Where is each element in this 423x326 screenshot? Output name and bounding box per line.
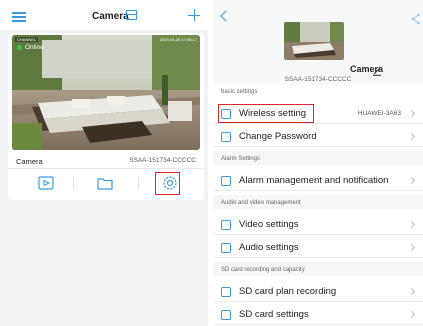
page-title: Camera [92, 11, 129, 22]
device-settings-panel: Camera SSAA-151734-CCCCC basic settings … [213, 0, 423, 326]
plus-icon[interactable] [188, 9, 200, 21]
timestamp: 2019-04-20 17:06:17 [159, 37, 197, 42]
separator [73, 177, 74, 189]
camera-id: SSAA-151734-CCCCC [129, 157, 196, 164]
section-label-basic: basic settings [221, 89, 258, 95]
record-icon [221, 287, 231, 297]
camera-thumbnail [284, 22, 344, 60]
channel-badge: CHANNEL [15, 37, 39, 42]
video-icon [221, 220, 231, 230]
status-text: Online [25, 44, 44, 51]
wireless-highlight-box [218, 104, 314, 123]
device-list-panel: Camera CHANNEL 2019-04-20 17:06:17 Onlin… [0, 0, 208, 326]
lock-icon [221, 132, 231, 142]
chevron-right-icon [407, 310, 416, 318]
folder-icon[interactable] [95, 173, 115, 193]
change-password-row[interactable]: Change Password [213, 126, 423, 147]
alarm-icon [221, 176, 231, 186]
status-badge: Online [17, 44, 44, 51]
row-label: Change Password [239, 131, 317, 142]
wifi-name: HUAWEI-3A63 [357, 110, 401, 117]
grid-view-icon[interactable] [126, 10, 137, 20]
edit-icon[interactable] [372, 63, 382, 76]
video-settings-row[interactable]: Video settings [213, 214, 423, 235]
chevron-right-icon [407, 220, 416, 228]
device-id: SSAA-151734-CCCCC [284, 76, 352, 83]
section-label-sd-card: SD card recording and capacity [221, 267, 305, 273]
speaker-icon [221, 243, 231, 253]
row-label: Alarm management and notification [239, 175, 389, 186]
row-label: Video settings [239, 219, 299, 230]
chevron-right-icon [407, 287, 416, 295]
settings-header: Camera SSAA-151734-CCCCC [213, 0, 423, 85]
chevron-right-icon [407, 176, 416, 184]
sd-plan-recording-row[interactable]: SD card plan recording [213, 281, 423, 302]
section-label-alarm: Alarm Settings [221, 156, 261, 162]
divider [8, 168, 204, 169]
camera-card[interactable]: CHANNEL 2019-04-20 17:06:17 Online Camer… [8, 33, 204, 200]
back-icon[interactable] [220, 10, 232, 22]
row-label: SD card plan recording [239, 286, 337, 297]
section-label-audio-video: Audio and video management [221, 200, 301, 206]
device-name: Camera [349, 64, 383, 74]
settings-highlight-box [155, 172, 180, 195]
camera-preview-image[interactable]: CHANNEL 2019-04-20 17:06:17 Online [12, 35, 200, 150]
top-bar: Camera [0, 0, 208, 30]
hamburger-icon[interactable] [12, 12, 26, 22]
playback-icon[interactable] [36, 173, 56, 193]
row-label: Audio settings [239, 242, 299, 253]
row-label: SD card settings [239, 309, 309, 320]
sd-card-settings-row[interactable]: SD card settings [213, 304, 423, 325]
online-dot-icon [17, 45, 22, 50]
alarm-management-row[interactable]: Alarm management and notification [213, 170, 423, 191]
share-icon[interactable] [411, 12, 421, 25]
camera-name: Camera [16, 157, 43, 166]
patio-scene [12, 35, 200, 150]
sd-card-icon [221, 310, 231, 320]
chevron-right-icon [407, 109, 416, 117]
chevron-right-icon [407, 132, 416, 140]
separator [138, 177, 139, 189]
chevron-right-icon [407, 243, 416, 251]
audio-settings-row[interactable]: Audio settings [213, 237, 423, 258]
